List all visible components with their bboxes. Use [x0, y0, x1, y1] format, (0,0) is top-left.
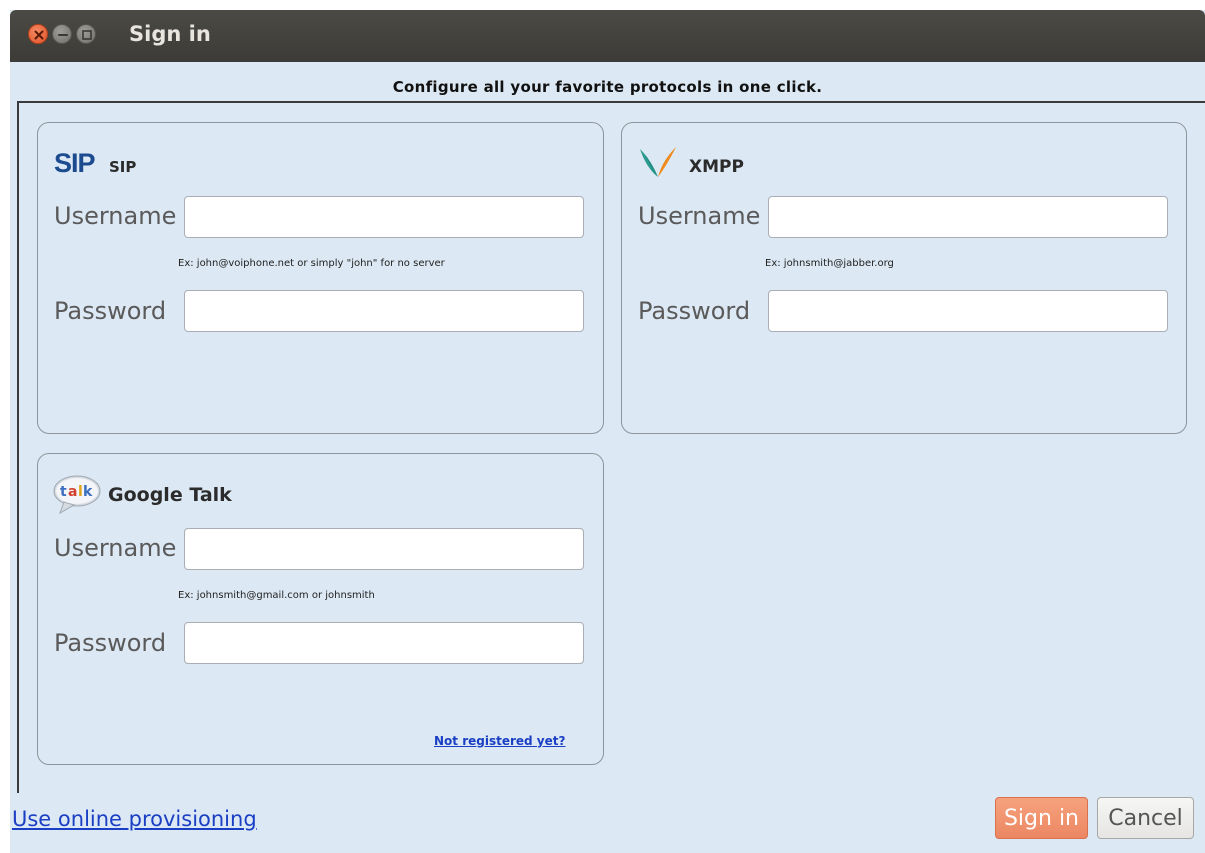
cancel-button[interactable]: Cancel: [1097, 797, 1194, 839]
xmpp-logo-icon: [638, 145, 678, 179]
maximize-icon[interactable]: [76, 24, 96, 44]
sign-in-button[interactable]: Sign in: [995, 797, 1088, 839]
sip-username-label: Username: [54, 202, 177, 230]
google-talk-panel-title: Google Talk: [108, 484, 232, 506]
sip-panel: SIP SIP Username Ex: john@voiphone.net o…: [37, 122, 604, 434]
sip-logo-icon: SIP: [54, 148, 96, 178]
xmpp-password-label: Password: [638, 297, 751, 325]
protocols-area: SIP SIP Username Ex: john@voiphone.net o…: [17, 101, 1205, 793]
sip-password-label: Password: [54, 297, 167, 325]
gtalk-username-input[interactable]: [184, 528, 584, 570]
title-bar[interactable]: Sign in: [10, 10, 1205, 62]
minimize-icon[interactable]: [52, 24, 72, 44]
sip-password-input[interactable]: [184, 290, 584, 332]
sip-username-input[interactable]: [184, 196, 584, 238]
svg-text:k: k: [83, 484, 93, 500]
sign-in-window: Sign in Configure all your favorite prot…: [10, 10, 1205, 853]
sip-panel-title: SIP: [109, 158, 137, 176]
not-registered-link[interactable]: Not registered yet?: [434, 734, 565, 748]
svg-text:t: t: [60, 484, 67, 500]
gtalk-username-hint: Ex: johnsmith@gmail.com or johnsmith: [178, 590, 375, 601]
google-talk-icon: t a l k: [52, 474, 102, 516]
xmpp-username-input[interactable]: [768, 196, 1168, 238]
close-icon[interactable]: [28, 24, 48, 44]
gtalk-username-label: Username: [54, 534, 177, 562]
xmpp-username-hint: Ex: johnsmith@jabber.org: [765, 258, 894, 269]
gtalk-password-input[interactable]: [184, 622, 584, 664]
header-message: Configure all your favorite protocols in…: [392, 78, 823, 96]
online-provisioning-link[interactable]: Use online provisioning: [12, 807, 257, 831]
xmpp-password-input[interactable]: [768, 290, 1168, 332]
google-talk-panel: t a l k Google Talk Username Ex: johnsmi…: [37, 453, 604, 765]
window-title: Sign in: [129, 22, 211, 46]
sip-username-hint: Ex: john@voiphone.net or simply "john" f…: [178, 258, 445, 269]
xmpp-username-label: Username: [638, 202, 761, 230]
gtalk-password-label: Password: [54, 629, 167, 657]
xmpp-panel-title: XMPP: [689, 157, 744, 177]
xmpp-panel: XMPP Username Ex: johnsmith@jabber.org P…: [621, 122, 1187, 434]
svg-text:a: a: [68, 484, 77, 500]
